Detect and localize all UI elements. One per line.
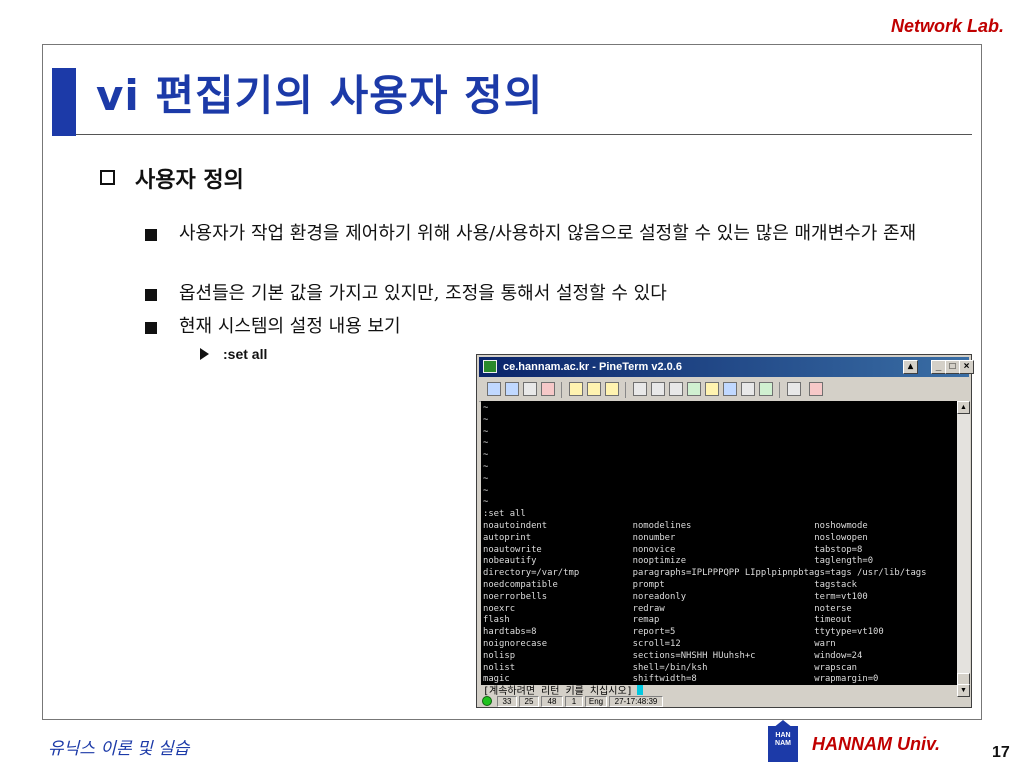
scroll-up-arrow-icon[interactable]: ▲ xyxy=(957,401,970,414)
toolbar-separator xyxy=(561,382,562,398)
square-bullet-icon xyxy=(145,289,157,301)
spellcheck-icon[interactable] xyxy=(741,382,755,396)
page-number: 17 xyxy=(992,744,1010,761)
title-accent-bar xyxy=(52,68,76,136)
status-cell: 27-17:48:39 xyxy=(609,696,663,707)
print-icon[interactable] xyxy=(787,382,801,396)
bullet-item: 현재 시스템의 설정 내용 보기 xyxy=(145,313,949,341)
bullet-text: 사용자가 작업 환경을 제어하기 위해 사용/사용하지 않음으로 설정할 수 있… xyxy=(179,223,917,244)
square-bullet-icon xyxy=(145,322,157,334)
connect-icon[interactable] xyxy=(487,382,501,396)
connection-status-icon xyxy=(482,696,492,706)
copy-paste-icon[interactable] xyxy=(605,382,619,396)
square-bullet-icon xyxy=(145,229,157,241)
scroll-up-caret-button[interactable]: ▴ xyxy=(903,360,918,374)
course-name: 유닉스 이론 및 실습 xyxy=(48,739,190,759)
sub-bullet: :set all xyxy=(200,346,267,362)
properties-icon[interactable] xyxy=(633,382,647,396)
header-brand: Network Lab. xyxy=(890,16,1004,36)
section-heading: 사용자 정의 xyxy=(100,162,244,194)
exit-icon[interactable] xyxy=(809,382,823,396)
tools-icon[interactable] xyxy=(687,382,701,396)
bullet-text: 현재 시스템의 설정 내용 보기 xyxy=(179,316,401,337)
toolbar-separator xyxy=(625,382,626,398)
paste-icon[interactable] xyxy=(587,382,601,396)
monitor-icon[interactable] xyxy=(523,382,537,396)
title-divider xyxy=(76,134,972,135)
text-cursor xyxy=(636,685,643,695)
terminal-title: ce.hannam.ac.kr - PineTerm v2.0.6 xyxy=(503,361,682,373)
terminal-title-bar[interactable]: ce.hannam.ac.kr - PineTerm v2.0.6 ▴ _ □ … xyxy=(479,357,974,377)
dropdown-arrow-icon[interactable] xyxy=(651,382,665,396)
bullet-item: 사용자가 작업 환경을 제어하기 위해 사용/사용하지 않음으로 설정할 수 있… xyxy=(145,220,949,248)
checkbox-bullet-icon xyxy=(100,170,115,185)
sub-bullet-text: :set all xyxy=(223,346,268,362)
maximize-button[interactable]: □ xyxy=(945,360,960,374)
terminal-toolbar xyxy=(479,379,969,402)
triangle-bullet-icon xyxy=(200,348,209,360)
status-cell: 1 xyxy=(565,696,583,707)
logo-roof-icon xyxy=(773,720,793,728)
status-cell: 33 xyxy=(497,696,517,707)
university-logo: HAN NAM xyxy=(768,720,798,762)
slide-title: vi 편집기의 사용자 정의 xyxy=(96,71,544,120)
terminal-screen[interactable]: ~ ~ ~ ~ ~ ~ ~ ~ ~ :set all noautoindent … xyxy=(481,401,957,685)
copy-icon[interactable] xyxy=(569,382,583,396)
transfer-icon[interactable] xyxy=(759,382,773,396)
cursor-cross-icon[interactable] xyxy=(669,382,683,396)
toolbar-separator xyxy=(779,382,780,398)
disconnect-icon[interactable] xyxy=(541,382,555,396)
terminal-app-icon xyxy=(483,360,497,373)
status-cell: 48 xyxy=(541,696,563,707)
terminal-status-bar: 33 25 48 1 Eng 27-17:48:39 xyxy=(479,695,969,709)
minimize-button[interactable]: _ xyxy=(931,360,946,374)
bullet-item: 옵션들은 기본 값을 가지고 있지만, 조정을 통해서 설정할 수 있다 xyxy=(145,280,949,308)
close-button[interactable]: × xyxy=(959,360,974,374)
bullet-text: 옵션들은 기본 값을 가지고 있지만, 조정을 통해서 설정할 수 있다 xyxy=(179,283,667,304)
new-session-icon[interactable] xyxy=(505,382,519,396)
terminal-output: ~ ~ ~ ~ ~ ~ ~ ~ ~ :set all noautoindent … xyxy=(483,403,927,685)
status-cell: Eng xyxy=(585,696,607,707)
university-name: HANNAM Univ. xyxy=(812,734,941,754)
section-heading-text: 사용자 정의 xyxy=(135,168,244,193)
logo-text: HAN NAM xyxy=(775,732,791,747)
vertical-scrollbar[interactable]: ▲ ▼ xyxy=(957,401,970,697)
light-bulb-icon[interactable] xyxy=(705,382,719,396)
terminal-window[interactable]: ce.hannam.ac.kr - PineTerm v2.0.6 ▴ _ □ … xyxy=(476,354,974,709)
status-cell: 25 xyxy=(519,696,539,707)
settings-icon[interactable] xyxy=(723,382,737,396)
